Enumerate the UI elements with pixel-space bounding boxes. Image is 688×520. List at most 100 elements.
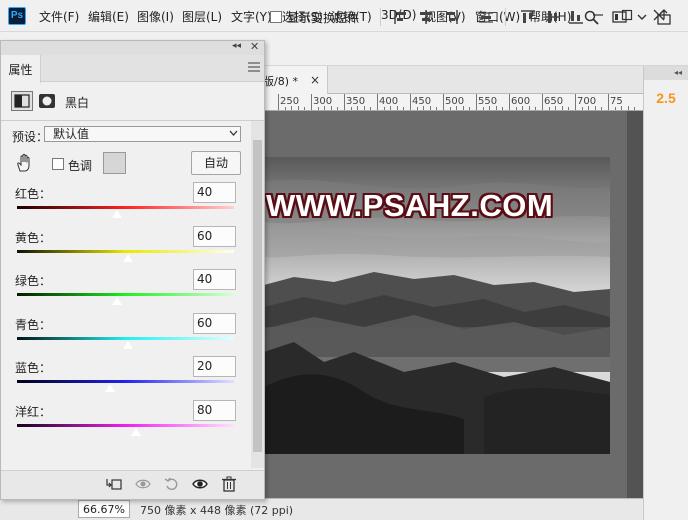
slider-value-field[interactable]: 60 (193, 312, 236, 334)
align-right-icon[interactable] (443, 9, 459, 25)
slider-value-field[interactable]: 40 (193, 182, 236, 203)
slider-track[interactable] (17, 206, 234, 209)
ruler-tick-label: 250 (280, 96, 300, 107)
slider-track[interactable] (17, 380, 234, 383)
ruler-minor-tick (634, 107, 636, 110)
ruler-tick-label: 400 (379, 96, 399, 107)
slider-label: 绿色： (15, 274, 52, 288)
horizontal-ruler[interactable]: 250 300 350 400 450 500 550 600 650 700 75 (262, 94, 643, 111)
options-divider (505, 8, 506, 26)
ruler-major-tick (443, 94, 444, 110)
ruler-major-tick (344, 94, 345, 110)
right-panel-expand-icon[interactable]: ◂◂ (644, 66, 688, 80)
ruler-major-tick (476, 94, 477, 110)
zoom-level-field[interactable]: 66.67% (78, 500, 130, 518)
clip-to-layer-icon[interactable] (106, 476, 122, 492)
ruler-minor-tick (337, 107, 339, 110)
ruler-minor-tick (548, 107, 550, 110)
slider-value-field[interactable]: 20 (193, 356, 236, 377)
ruler-tick-label: 700 (577, 96, 597, 107)
align-top-icon[interactable] (520, 9, 536, 25)
slider-track[interactable] (17, 423, 234, 427)
ruler-minor-tick (568, 107, 570, 110)
auto-button[interactable]: 自动 (191, 151, 241, 175)
panel-menu-icon[interactable] (248, 62, 260, 72)
layer-mask-icon[interactable] (38, 93, 56, 109)
show-transform-label: 显示变换控件 (287, 11, 360, 25)
ruler-major-tick (311, 94, 312, 110)
ruler-tick-label: 75 (610, 96, 623, 107)
document-info: 750 像素 x 448 像素 (72 ppi) (140, 504, 294, 517)
preset-label: 预设： (12, 130, 49, 144)
tint-checkbox[interactable] (52, 158, 64, 170)
watermark-text: WWW.PSAHZ.COM (266, 188, 554, 223)
ruler-minor-tick (469, 107, 471, 110)
slider-label: 洋红： (15, 404, 52, 419)
properties-titlebar[interactable] (1, 41, 264, 55)
align-center-h-icon[interactable] (418, 9, 434, 25)
slider-handle[interactable] (104, 383, 117, 393)
slider-handle[interactable] (130, 426, 143, 437)
collapse-panel-icon[interactable]: ◂◂ (232, 41, 241, 51)
slider-handle[interactable] (110, 296, 123, 306)
align-bottom-icon[interactable] (568, 9, 584, 25)
ruler-minor-tick (383, 107, 385, 110)
distribute-icon[interactable] (478, 9, 494, 25)
chevron-down-icon (229, 130, 238, 136)
tint-color-swatch[interactable] (103, 152, 126, 174)
scrollbar-thumb[interactable] (253, 140, 262, 452)
slider-label: 蓝色： (15, 361, 52, 375)
adjustment-layer-icon[interactable] (11, 91, 33, 111)
slider-track[interactable] (17, 293, 234, 296)
slider-value-field[interactable]: 60 (193, 225, 236, 247)
delete-trash-icon[interactable] (221, 476, 237, 492)
slider-label: 青色： (15, 317, 52, 332)
show-transform-checkbox[interactable] (270, 11, 282, 23)
ruler-minor-tick (350, 107, 352, 110)
close-tab-icon[interactable]: × (310, 73, 320, 87)
align-left-icon[interactable] (393, 9, 409, 25)
align-middle-icon[interactable] (545, 9, 561, 25)
tint-label: 色调 (68, 159, 93, 173)
ruler-major-tick (542, 94, 543, 110)
ruler-minor-tick (304, 107, 306, 110)
ruler-major-tick (509, 94, 510, 110)
ruler-minor-tick (535, 107, 537, 110)
reset-icon[interactable] (164, 476, 180, 492)
slider-handle[interactable] (121, 339, 134, 350)
ruler-major-tick (377, 94, 378, 110)
ruler-tick-label: 550 (478, 96, 498, 107)
slider-track[interactable] (17, 336, 234, 340)
ruler-minor-tick (502, 107, 504, 110)
slider-handle[interactable] (110, 209, 123, 219)
ruler-minor-tick (627, 106, 629, 110)
slider-value-field[interactable]: 40 (193, 269, 236, 290)
search-icon[interactable] (583, 9, 599, 25)
right-panel-value[interactable]: 2.5 (644, 90, 688, 106)
chevron-down-icon[interactable] (636, 9, 648, 25)
ruler-tick-label: 300 (313, 96, 333, 107)
ruler-minor-tick (416, 107, 418, 110)
ruler-major-tick (278, 94, 279, 110)
targeted-adjustment-hand-icon[interactable] (14, 153, 34, 173)
slider-track[interactable] (17, 249, 234, 253)
slider-handle[interactable] (121, 252, 134, 263)
view-previous-state-icon[interactable] (135, 476, 151, 492)
menu-image[interactable]: 图像(I) (137, 8, 174, 25)
share-icon[interactable] (656, 9, 672, 25)
close-panel-icon[interactable]: ✕ (250, 40, 259, 53)
workspace-icon[interactable] (612, 9, 628, 25)
menu-type[interactable]: 文字(Y) (231, 8, 272, 25)
menu-file[interactable]: 文件(F) (39, 8, 79, 25)
tab-properties[interactable]: 属性 (1, 55, 41, 83)
ruler-minor-tick (449, 107, 451, 110)
visibility-eye-icon[interactable] (192, 476, 208, 492)
slider-value-field[interactable]: 80 (193, 399, 236, 421)
preset-dropdown[interactable]: 默认值 (44, 126, 241, 142)
ruler-tick-label: 350 (346, 96, 366, 107)
slider-label: 红色： (15, 187, 52, 201)
ruler-minor-tick (284, 107, 286, 110)
menu-edit[interactable]: 编辑(E) (88, 8, 129, 25)
slider-label: 黄色： (15, 230, 52, 245)
menu-layer[interactable]: 图层(L) (182, 8, 222, 25)
